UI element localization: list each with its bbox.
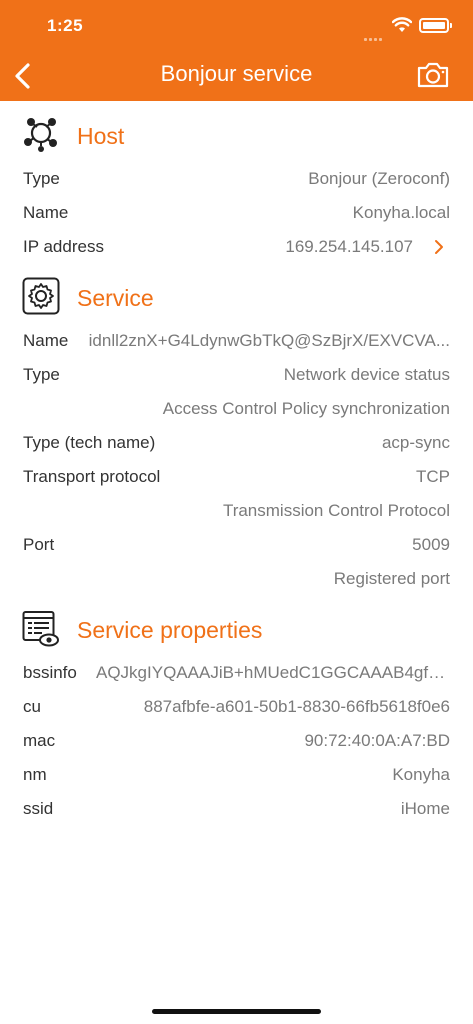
property-row: cu 887afbfe-a601-50b1-8830-66fb5618f0e6 (0, 689, 473, 723)
property-row: bssinfo AQJkgIYQAAAJiB+hMUedC1GGCAAAB4gf… (0, 655, 473, 689)
service-name-label: Name (23, 331, 69, 350)
property-cu-value: 887afbfe-a601-50b1-8830-66fb5618f0e6 (143, 697, 450, 716)
service-transport-desc-row: Transmission Control Protocol (0, 493, 473, 527)
service-section-title: Service (77, 285, 154, 311)
service-tech-label: Type (tech name) (23, 433, 156, 452)
service-name-value: idnll2znX+G4LdynwGbTkQ@SzBjrX/EXVCVA... (88, 331, 450, 350)
host-name-row: Name Konyha.local (0, 195, 473, 229)
service-gear-icon (22, 277, 60, 315)
service-type-value: Network device status (283, 365, 450, 384)
property-bssinfo-label: bssinfo (23, 663, 77, 682)
service-port-desc-row: Registered port (0, 561, 473, 595)
property-mac-label: mac (23, 731, 56, 750)
top-bar: 1:25 Bonjour service (0, 0, 473, 101)
detail-content: Host Type Bonjour (Zeroconf) Name Konyha… (0, 101, 473, 825)
host-name-value: Konyha.local (352, 203, 450, 222)
service-transport-row: Transport protocol TCP (0, 459, 473, 493)
service-name-row: Name idnll2znX+G4LdynwGbTkQ@SzBjrX/EXVCV… (0, 323, 473, 357)
service-type-description: Access Control Policy synchronization (162, 399, 450, 418)
service-type-label: Type (23, 365, 60, 384)
battery-icon (419, 18, 452, 33)
host-section-title: Host (77, 123, 125, 149)
service-port-value: 5009 (412, 535, 450, 554)
property-cu-label: cu (23, 697, 41, 716)
property-row: nm Konyha (0, 757, 473, 791)
host-ip-row[interactable]: IP address 169.254.145.107 (0, 229, 473, 263)
signal-icon (364, 28, 386, 41)
property-row: mac 90:72:40:0A:A7:BD (0, 723, 473, 757)
host-name-label: Name (23, 203, 69, 222)
property-row: ssid iHome (0, 791, 473, 825)
property-nm-value: Konyha (392, 765, 450, 784)
service-type-desc-row: Access Control Policy synchronization (0, 391, 473, 425)
service-port-label: Port (23, 535, 55, 554)
status-time: 1:25 (47, 16, 84, 35)
service-transport-label: Transport protocol (23, 467, 161, 486)
properties-section-title: Service properties (77, 617, 263, 643)
wifi-icon (392, 17, 412, 32)
service-tech-row: Type (tech name) acp-sync (0, 425, 473, 459)
host-network-icon (24, 118, 57, 152)
service-section-header: Service (0, 263, 473, 323)
service-port-row: Port 5009 (0, 527, 473, 561)
back-chevron-icon[interactable] (10, 60, 38, 92)
properties-section-header: Service properties (0, 595, 473, 655)
properties-list-eye-icon (22, 611, 59, 647)
home-indicator[interactable] (152, 1009, 321, 1014)
host-ip-value: 169.254.145.107 (285, 237, 413, 256)
service-tech-value: acp-sync (381, 433, 450, 452)
status-bar: 1:25 (0, 14, 473, 41)
host-type-value: Bonjour (Zeroconf) (308, 169, 450, 188)
service-port-description: Registered port (333, 569, 450, 588)
property-mac-value: 90:72:40:0A:A7:BD (304, 731, 450, 750)
nav-bar: Bonjour service (0, 54, 473, 98)
property-bssinfo-value: AQJkgIYQAAAJiB+hMUedC1GGCAAAB4gfo... (96, 663, 450, 682)
host-section-header: Host (0, 101, 473, 161)
service-type-row: Type Network device status (0, 357, 473, 391)
chevron-right-icon[interactable] (433, 238, 445, 256)
host-type-label: Type (23, 169, 60, 188)
property-nm-label: nm (23, 765, 47, 784)
camera-icon[interactable] (416, 60, 450, 90)
property-ssid-label: ssid (23, 799, 54, 818)
property-ssid-value: iHome (400, 799, 450, 818)
page-title: Bonjour service (160, 61, 313, 86)
service-transport-value: TCP (416, 467, 450, 486)
host-ip-label: IP address (23, 237, 104, 256)
service-transport-description: Transmission Control Protocol (222, 501, 450, 520)
host-type-row: Type Bonjour (Zeroconf) (0, 161, 473, 195)
